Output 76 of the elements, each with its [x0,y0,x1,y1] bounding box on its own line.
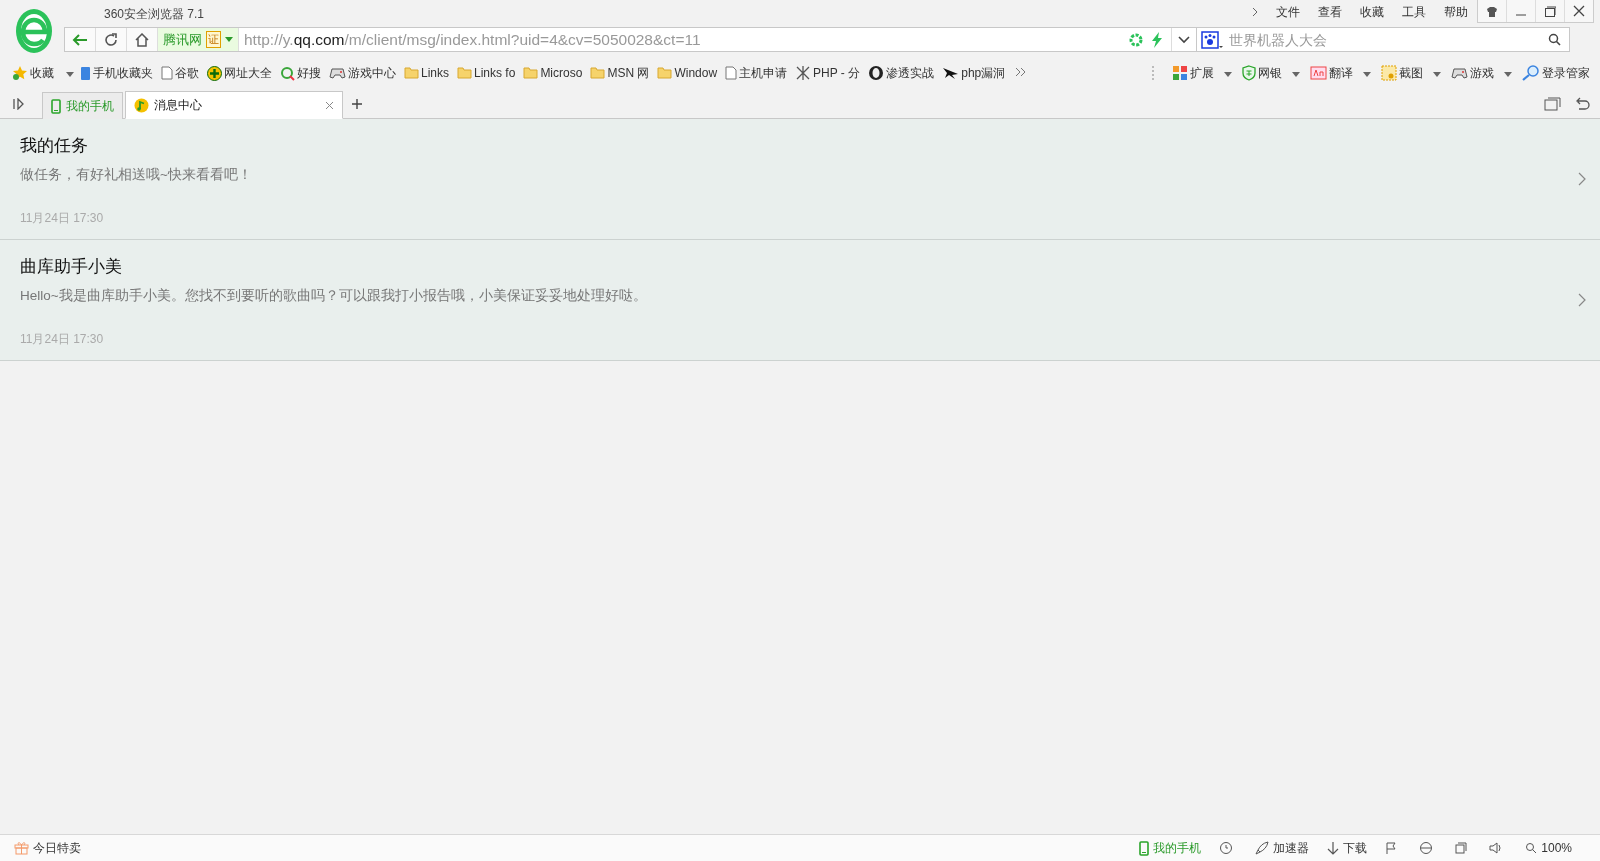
browser-tab[interactable]: 消息中心 [125,91,343,119]
search-icon [280,65,295,81]
chevron-right-icon [1578,172,1586,186]
zoom-icon [1525,842,1538,854]
bookmark[interactable]: 渗透实战 [866,64,937,82]
paw-icon[interactable] [1201,30,1223,49]
shield-icon [1242,65,1256,81]
status-item[interactable]: 加速器 [1255,839,1310,857]
bookmark[interactable]: php漏洞 [940,64,1008,82]
message-title: 曲库助手小美 [20,255,123,278]
phone-icon [80,65,91,81]
screenshot-icon [1381,65,1397,81]
folder-icon [523,67,539,79]
toolbar-button[interactable]: 游戏 [1449,64,1496,82]
bookmark[interactable]: 网址大全 [205,64,274,82]
search-input[interactable]: 世界机器人大会 [1227,30,1544,49]
message-time: 11月24日 17:30 [20,209,105,227]
chevron-right-icon [1578,293,1586,307]
search-field[interactable]: 世界机器人大会 [1197,27,1570,52]
clock-icon[interactable] [1219,841,1234,855]
folder-icon [657,67,673,79]
toolbar-button[interactable]: 翻译 [1308,64,1355,82]
toolbar-button[interactable]: 登录管家 [1520,64,1592,82]
message-time: 11月24日 17:30 [20,330,105,348]
bookmark[interactable]: 游戏中心 [327,64,398,82]
bookmark[interactable]: 谷歌 [159,64,201,82]
menu-item[interactable]: 文件 [1267,3,1309,21]
message-text: Hello~我是曲库助手小美。您找不到要听的歌曲吗？可以跟我打小报告哦，小美保证妥妥地处理好哒。 [20,286,648,305]
toolbar-button[interactable]: 网银 [1240,64,1284,82]
bookmark[interactable]: MSN 网 [588,64,652,82]
message-item[interactable]: 我的任务 做任务，有好礼相送哦~快来看看吧！ 11月24日 17:30 [0,119,1600,240]
gift-icon [14,841,29,855]
status-item[interactable]: 今日特卖 [14,839,81,857]
plus-circle-icon [207,65,222,81]
page-icon [725,66,738,80]
bookmark[interactable]: Window [655,66,720,80]
star-icon [12,65,28,81]
status-item[interactable]: 下载 [1327,839,1368,857]
status-item[interactable]: 我的手机 [1139,839,1202,857]
folder-icon [457,67,472,79]
gamepad-icon [329,67,346,79]
cross-icon [795,65,812,81]
bookmark[interactable]: Microso [521,66,585,80]
bookmark[interactable]: Links [402,66,451,80]
menu-item[interactable]: 收藏 [1351,3,1393,21]
bookmark[interactable]: 主机申请 [723,64,790,82]
page-icon [161,66,173,80]
bookmark[interactable]: 收藏 [10,64,56,82]
bookmark[interactable]: Links fo [455,66,518,80]
message-item[interactable]: 曲库助手小美 Hello~我是曲库助手小美。您找不到要听的歌曲吗？可以跟我打小报告哦，小美保证妥妥地处理好哒。 11月24日 17:30 [0,240,1600,361]
status-item[interactable]: 100% [1525,841,1572,855]
music-icon [134,97,149,113]
download-icon [1327,841,1340,855]
folder-icon [590,67,606,79]
window-title: 360安全浏览器 7.1 [103,6,206,23]
menu-item[interactable]: 工具 [1393,3,1435,21]
gamepad-icon [1451,67,1468,79]
browser-logo [14,8,54,54]
message-title: 我的任务 [20,134,89,157]
toolbar-button[interactable]: 截图 [1379,64,1425,82]
window-icon[interactable] [1455,842,1468,854]
message-text: 做任务，有好礼相送哦~快来看看吧！ [20,165,253,184]
folder-icon [404,67,419,79]
menu-item[interactable]: 帮助 [1435,3,1477,21]
phone-icon [1139,840,1150,856]
toolbar-button[interactable]: 扩展 [1170,64,1216,82]
search-icon[interactable] [1548,33,1561,46]
phone-icon [51,98,61,114]
bookmark[interactable]: 好搜 [278,64,323,82]
volume-icon[interactable] [1489,842,1504,854]
menu-item[interactable]: 查看 [1309,3,1351,21]
bookmark[interactable]: PHP - 分 [793,64,863,82]
grid-icon [1172,65,1188,81]
flag-icon[interactable] [1385,842,1398,854]
dictionary-icon [1310,66,1327,80]
bookmark[interactable]: 手机收藏夹 [78,64,155,82]
